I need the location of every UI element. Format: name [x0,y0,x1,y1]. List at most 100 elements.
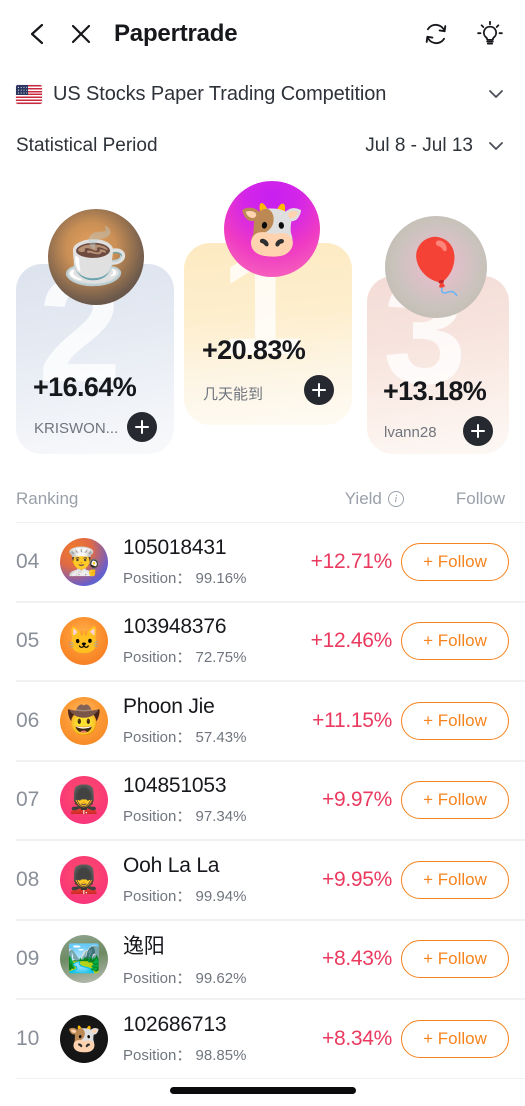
follow-button[interactable]: + Follow [401,940,509,979]
follow-button[interactable]: + Follow [401,622,509,661]
podium-card-second[interactable]: 2 ☕ +16.64% KRISWON... [16,209,174,454]
statistical-period-label: Statistical Period [16,135,158,156]
row-position: Position： 99.62% [123,970,247,988]
podium-card-first[interactable]: 1 🐮 +20.83% 几天能到 [184,181,352,425]
row-rank: 05 [16,629,40,653]
close-icon [71,24,91,44]
follow-button[interactable]: + Follow [401,542,509,581]
avatar-emoji: ☕ [62,227,130,287]
row-yield: +8.43% [321,947,392,971]
avatar[interactable]: 🤠 [60,696,108,745]
refresh-icon [425,23,447,45]
avatar[interactable]: 🐱 [60,617,108,666]
refresh-button[interactable] [419,17,453,51]
column-header-ranking: Ranking [16,489,79,508]
row-yield: +11.15% [312,708,392,732]
row-position: Position： 99.94% [123,887,247,905]
table-row[interactable]: 10 🐮 102686713 Position： 98.85% +8.34% + Foll… [0,999,525,1079]
row-username: Ooh La La [123,853,220,877]
row-rank: 10 [16,1026,40,1050]
avatar[interactable]: 🏞️ [60,935,108,984]
page-title: Papertrade [114,20,238,47]
row-username: 103948376 [123,615,227,639]
row-yield: +9.97% [321,788,392,812]
follow-button[interactable]: + Follow [401,860,509,899]
us-flag-icon [16,84,42,104]
column-header-follow: Follow [455,489,505,508]
avatar-emoji: 👨‍🍳 [67,546,101,577]
competition-selector[interactable]: US Stocks Paper Trading Competition [0,68,525,120]
podium-username: KRISWON... [34,420,119,437]
avatar[interactable]: 🐮 [60,1014,108,1063]
chevron-down-icon [489,142,503,150]
table-row[interactable]: 09 🏞️ 逸阳 Position： 99.62% +8.43% + Follow [0,919,525,999]
podium-yield: +20.83% [202,335,306,365]
close-button[interactable] [58,13,104,55]
row-info: 逸阳 Position： 99.62% [123,930,322,988]
column-header-yield-label: Yield [344,489,382,508]
avatar[interactable]: 🐮 [224,181,320,277]
table-row[interactable]: 07 💂 104851053 Position： 97.34% +9.97% + Foll… [0,760,525,840]
row-info: Ooh La La Position： 99.94% [123,854,322,906]
lightbulb-icon [477,20,503,45]
follow-button[interactable]: + Follow [401,701,509,740]
podium-yield: +16.64% [33,372,137,402]
row-rank: 06 [16,708,40,732]
table-row[interactable]: 08 💂 Ooh La La Position： 99.94% +9.95% + Foll… [0,840,525,920]
top-navigation-bar: Papertrade [0,0,525,68]
follow-button[interactable]: + Follow [401,1019,509,1058]
chevron-left-icon [30,23,44,45]
period-value: Jul 8 - Jul 13 [365,135,473,156]
column-header-yield: Yield i [345,489,404,509]
avatar[interactable]: 💂 [60,776,108,825]
avatar-emoji: 🎈 [402,237,470,297]
avatar[interactable]: 👨‍🍳 [60,537,108,586]
row-yield: +8.34% [321,1026,392,1050]
row-position: Position： 98.85% [123,1046,247,1064]
avatar[interactable]: 💂 [60,855,108,904]
row-position: Position： 72.75% [123,649,247,667]
row-info: 105018431 Position： 99.16% [123,536,311,588]
row-yield: +12.46% [310,629,393,653]
nav-actions [419,17,511,51]
avatar[interactable]: ☕ [48,209,144,305]
podium-follow-button[interactable] [463,416,493,446]
avatar-emoji: 🤠 [67,705,101,736]
papertrade-screen: Papertrade US Stocks Paper Trading Compe… [0,0,525,1106]
table-row[interactable]: 04 👨‍🍳 105018431 Position： 99.16% +12.71% + F… [0,522,525,602]
podium-follow-button[interactable] [127,412,157,442]
table-row[interactable]: 06 🤠 Phoon Jie Position： 57.43% +11.15% + Fol… [0,681,525,761]
competition-chevron[interactable] [485,83,507,105]
podium-yield: +13.18% [383,376,487,406]
row-info: 104851053 Position： 97.34% [123,774,322,826]
chevron-down-icon [489,90,503,98]
podium-username: lvann28 [384,424,437,441]
period-selector[interactable]: Jul 8 - Jul 13 [365,135,507,157]
podium-top3: 2 ☕ +16.64% KRISWON... 1 🐮 +20.83% 几天能到 … [0,180,525,470]
tips-button[interactable] [473,17,507,51]
avatar[interactable]: 🎈 [385,216,487,318]
podium-card-third[interactable]: 3 🎈 +13.18% lvann28 [367,216,509,454]
follow-button[interactable]: + Follow [401,781,509,820]
row-username: Phoon Jie [123,694,215,718]
table-row[interactable]: 05 🐱 103948376 Position： 72.75% +12.46% + Fol… [0,601,525,681]
row-position: Position： 97.34% [123,808,247,826]
podium-follow-button[interactable] [304,375,334,405]
row-yield: +12.71% [310,549,393,573]
row-rank: 04 [16,549,40,573]
statistical-period-row: Statistical Period Jul 8 - Jul 13 [0,120,525,172]
row-username: 逸阳 [123,935,165,959]
row-info: 103948376 Position： 72.75% [123,615,311,667]
avatar-emoji: 💂 [67,864,101,895]
ranking-table-header: Ranking Yield i Follow [0,476,525,522]
avatar-emoji: 🐱 [67,625,101,656]
row-rank: 09 [16,947,40,971]
row-rank: 08 [16,867,40,891]
back-button[interactable] [16,13,58,55]
row-info: 102686713 Position： 98.85% [123,1013,322,1065]
info-icon[interactable]: i [387,491,404,507]
row-position: Position： 99.16% [123,569,247,587]
row-yield: +9.95% [321,867,392,891]
competition-name: US Stocks Paper Trading Competition [53,82,387,105]
row-username: 105018431 [123,535,227,559]
